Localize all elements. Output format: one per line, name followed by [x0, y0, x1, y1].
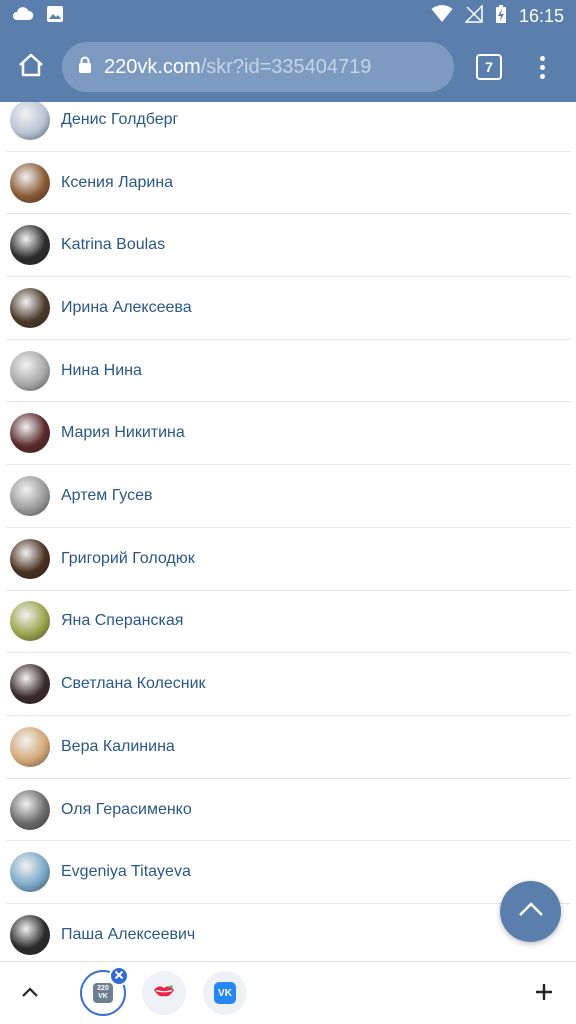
friend-list-item[interactable]: Мария Никитина — [6, 403, 571, 466]
friend-list-item[interactable]: Katrina Boulas — [6, 214, 571, 278]
chevron-up-icon — [21, 985, 39, 1003]
friend-name[interactable]: Вера Калинина — [61, 738, 175, 756]
friend-list-item[interactable]: Вера Калинина — [6, 716, 571, 779]
friend-list-item[interactable]: Оля Герасименко — [6, 779, 571, 842]
address-bar[interactable]: 220vk.com/skr?id=335404719 — [62, 42, 454, 92]
avatar[interactable] — [10, 664, 50, 705]
avatar[interactable] — [10, 350, 50, 391]
friend-list-item[interactable]: Денис Голдберг — [6, 102, 571, 152]
friend-list: Денис Голдберг Ксения Ларина Katrina Boula… — [0, 102, 576, 960]
friend-list-item[interactable]: Паша Алексеевич — [6, 904, 571, 960]
friend-list-item[interactable]: Ирина Алексеева — [6, 277, 571, 340]
app-vk-button[interactable]: VK — [203, 971, 247, 1015]
status-right: 16:15 — [431, 3, 564, 29]
friend-list-item[interactable]: Evgeniya Titayeva — [6, 841, 571, 905]
plus-icon — [534, 982, 554, 1007]
friend-list-item[interactable]: Григорий Голодюк — [6, 528, 571, 591]
friend-name[interactable]: Григорий Голодюк — [61, 550, 195, 568]
friend-name[interactable]: Светлана Колесник — [61, 675, 206, 693]
tabs-button[interactable]: 7 — [476, 54, 502, 80]
avatar[interactable] — [10, 914, 50, 955]
friend-name[interactable]: Ирина Алексеева — [61, 299, 192, 317]
chevron-up-icon — [517, 900, 545, 923]
avatar[interactable] — [10, 601, 50, 642]
scroll-to-top-button[interactable] — [500, 881, 561, 942]
friend-list-item[interactable]: Светлана Колесник — [6, 653, 571, 716]
cloud-icon — [12, 6, 34, 27]
friend-name[interactable]: Оля Герасименко — [61, 801, 192, 819]
friend-list-item[interactable]: Артем Гусев — [6, 465, 571, 528]
lock-icon — [78, 56, 92, 79]
friend-name[interactable]: Яна Сперанская — [61, 612, 183, 630]
friend-name[interactable]: Денис Голдберг — [61, 111, 178, 129]
friend-name[interactable]: Нина Нина — [61, 362, 142, 380]
image-icon — [46, 5, 64, 28]
friend-name[interactable]: Мария Никитина — [61, 424, 185, 442]
avatar[interactable] — [10, 538, 50, 579]
status-time: 16:15 — [518, 5, 564, 26]
friend-name[interactable]: Evgeniya Titayeva — [61, 863, 191, 881]
friend-name[interactable]: Паша Алексеевич — [61, 926, 195, 944]
close-app-button[interactable] — [109, 966, 129, 986]
avatar[interactable] — [10, 413, 50, 454]
friend-list-item[interactable]: Яна Сперанская — [6, 591, 571, 654]
status-left — [12, 5, 64, 28]
avatar[interactable] — [10, 162, 50, 203]
avatar[interactable] — [10, 102, 50, 140]
browser-toolbar: 220vk.com/skr?id=335404719 7 — [0, 32, 576, 102]
avatar[interactable] — [10, 287, 50, 328]
tabs-count: 7 — [485, 59, 493, 75]
vk-label: VK — [218, 987, 232, 999]
bottom-bar: 220 VK VK — [0, 961, 576, 1024]
menu-icon — [539, 55, 545, 61]
avatar[interactable] — [10, 726, 50, 767]
friend-name[interactable]: Katrina Boulas — [61, 236, 165, 254]
menu-button[interactable] — [530, 48, 554, 86]
signal-icon — [464, 3, 483, 28]
home-button[interactable] — [12, 48, 50, 86]
avatar[interactable] — [10, 852, 50, 893]
friend-name[interactable]: Ксения Ларина — [61, 174, 173, 192]
friend-list-item[interactable]: Ксения Ларина — [6, 152, 571, 215]
vk-icon: VK — [214, 982, 236, 1004]
home-icon — [17, 52, 45, 83]
url-path: /skr?id=335404719 — [200, 55, 372, 78]
friend-name[interactable]: Артем Гусев — [61, 487, 153, 505]
expand-button[interactable] — [18, 982, 42, 1006]
new-tab-button[interactable] — [532, 982, 556, 1006]
avatar[interactable] — [10, 789, 50, 830]
close-icon — [114, 967, 124, 985]
wifi-icon — [431, 4, 453, 28]
url-text: 220vk.com/skr?id=335404719 — [104, 56, 371, 79]
status-bar: 16:15 — [0, 0, 576, 32]
app-220vk-label: 220 VK — [97, 985, 109, 1000]
avatar[interactable] — [10, 476, 50, 517]
app-lips-button[interactable] — [142, 971, 186, 1015]
url-host: 220vk.com — [104, 55, 201, 78]
lips-icon — [153, 984, 175, 1003]
battery-charging-icon — [495, 4, 507, 29]
avatar[interactable] — [10, 225, 50, 266]
friend-list-item[interactable]: Нина Нина — [6, 340, 571, 403]
